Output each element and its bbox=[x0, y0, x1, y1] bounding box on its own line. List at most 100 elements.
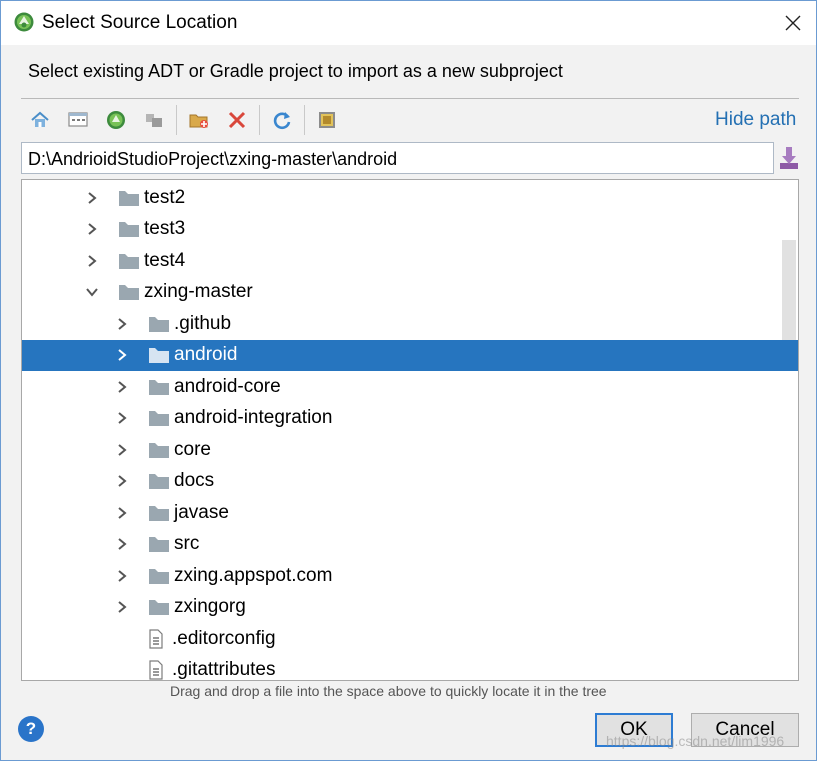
module-button[interactable] bbox=[135, 103, 173, 137]
toolbar-separator bbox=[259, 105, 260, 135]
new-folder-icon bbox=[189, 114, 208, 128]
tree-scrollbar[interactable] bbox=[782, 240, 798, 580]
file-tree[interactable]: .gitattributes .editorconfig zxingorg zxing… bbox=[21, 179, 799, 681]
download-icon[interactable] bbox=[778, 145, 800, 171]
chevron-right-icon[interactable] bbox=[112, 314, 132, 334]
tree-folder-item[interactable]: src bbox=[22, 529, 798, 560]
chevron-right-icon[interactable] bbox=[112, 534, 132, 554]
chevron-right-icon[interactable] bbox=[112, 377, 132, 397]
folder-icon bbox=[149, 316, 169, 332]
tree-folder-item[interactable]: core bbox=[22, 434, 798, 465]
tree-item-label: android-core bbox=[174, 375, 281, 397]
tree-item-label: zxing.appspot.com bbox=[174, 564, 333, 586]
folder-icon bbox=[149, 537, 169, 552]
show-hidden-button[interactable] bbox=[308, 103, 346, 137]
tree-folder-item[interactable]: zxing-master bbox=[22, 277, 798, 308]
folder-icon bbox=[149, 568, 169, 584]
tree-item-label: test4 bbox=[144, 249, 186, 271]
chevron-right-icon[interactable] bbox=[112, 597, 132, 617]
tree-item-label: zxingorg bbox=[174, 596, 246, 617]
hide-path-link[interactable]: Hide path bbox=[715, 109, 796, 131]
chevron-down-icon[interactable] bbox=[82, 282, 102, 302]
tree-folder-item[interactable]: test4 bbox=[22, 245, 798, 276]
project-button[interactable] bbox=[97, 103, 135, 137]
chevron-right-icon[interactable] bbox=[112, 471, 132, 491]
chevron-right-icon[interactable] bbox=[112, 408, 132, 428]
folder-icon bbox=[149, 474, 169, 489]
home-button[interactable] bbox=[21, 103, 59, 137]
tree-folder-item[interactable]: zxing.appspot.com bbox=[22, 560, 798, 591]
desktop-button[interactable] bbox=[59, 103, 97, 137]
tree-item-label: zxing-master bbox=[144, 281, 253, 302]
android-studio-icon bbox=[14, 12, 34, 32]
folder-icon bbox=[149, 379, 169, 395]
tree-item-label: test3 bbox=[144, 218, 186, 239]
chevron-right-icon[interactable] bbox=[112, 440, 132, 460]
new-folder-button[interactable] bbox=[180, 103, 218, 137]
tree-item-label: .github bbox=[174, 312, 232, 334]
tree-folder-item[interactable]: android-core bbox=[22, 371, 798, 402]
tree-item-label: docs bbox=[174, 470, 215, 491]
chevron-right-icon[interactable] bbox=[82, 251, 102, 271]
close-button[interactable] bbox=[770, 1, 816, 45]
tree-folder-item[interactable]: docs bbox=[22, 466, 798, 497]
chevron-right-icon[interactable] bbox=[112, 503, 132, 523]
file-icon bbox=[149, 660, 163, 680]
delete-icon bbox=[228, 111, 246, 129]
folder-icon bbox=[149, 411, 169, 426]
android-project-icon bbox=[107, 111, 125, 129]
folder-icon bbox=[149, 442, 169, 458]
tree-item-label: android bbox=[174, 344, 238, 365]
chevron-right-icon[interactable] bbox=[112, 345, 132, 365]
watermark: https://blog.csdn.net/lim1996 bbox=[606, 733, 785, 749]
drag-drop-hint: Drag and drop a file into the space abov… bbox=[170, 683, 607, 699]
chevron-right-icon[interactable] bbox=[82, 188, 102, 208]
folder-icon bbox=[149, 600, 169, 615]
delete-button[interactable] bbox=[218, 103, 256, 137]
tree-folder-item[interactable]: test3 bbox=[22, 214, 798, 245]
dialog-title: Select Source Location bbox=[42, 12, 238, 33]
tree-folder-item[interactable]: zxingorg bbox=[22, 592, 798, 623]
file-icon bbox=[149, 628, 163, 649]
tree-folder-item[interactable]: android-integration bbox=[22, 403, 798, 434]
refresh-button[interactable] bbox=[263, 103, 301, 137]
folder-icon bbox=[119, 222, 139, 237]
refresh-icon bbox=[273, 112, 291, 130]
desktop-icon bbox=[68, 112, 88, 127]
tree-folder-item[interactable]: test2 bbox=[22, 182, 798, 213]
tree-folder-item[interactable]: javase bbox=[22, 497, 798, 528]
scrollbar-thumb[interactable] bbox=[782, 240, 796, 340]
path-input[interactable]: D:\AndrioidStudioProject\zxing-master\an… bbox=[21, 142, 774, 174]
help-button[interactable]: ? bbox=[18, 716, 44, 742]
tree-item-label: src bbox=[174, 533, 200, 554]
toolbar-separator bbox=[304, 105, 305, 135]
chevron-right-icon[interactable] bbox=[112, 566, 132, 586]
tree-item-label: test2 bbox=[144, 186, 186, 208]
show-hidden-icon bbox=[319, 112, 335, 128]
tree-item-label: core bbox=[174, 438, 211, 460]
tree-item-label: .gitattributes bbox=[172, 659, 276, 680]
folder-icon bbox=[119, 253, 139, 269]
tree-folder-item[interactable]: android bbox=[22, 339, 798, 371]
header-divider bbox=[21, 98, 799, 99]
close-icon bbox=[785, 15, 801, 31]
toolbar-separator bbox=[176, 105, 177, 135]
description-area: Select existing ADT or Gradle project to… bbox=[1, 45, 816, 99]
folder-icon bbox=[149, 505, 169, 521]
dialog-window: Select Source Location Select existing A… bbox=[0, 0, 817, 761]
module-icon bbox=[146, 114, 162, 127]
tree-item-label: android-integration bbox=[174, 407, 333, 428]
chevron-right-icon[interactable] bbox=[82, 219, 102, 239]
tree-item-label: .editorconfig bbox=[172, 627, 276, 649]
title-bar: Select Source Location bbox=[1, 1, 816, 45]
folder-icon bbox=[119, 190, 139, 206]
tree-file-item[interactable]: .editorconfig bbox=[22, 623, 798, 654]
tree-folder-item[interactable]: .github bbox=[22, 308, 798, 339]
tree-file-item[interactable]: .gitattributes bbox=[22, 655, 798, 680]
description-text: Select existing ADT or Gradle project to… bbox=[28, 61, 563, 81]
tree-item-label: javase bbox=[174, 501, 229, 523]
toolbar bbox=[21, 101, 799, 139]
folder-icon bbox=[119, 285, 139, 300]
